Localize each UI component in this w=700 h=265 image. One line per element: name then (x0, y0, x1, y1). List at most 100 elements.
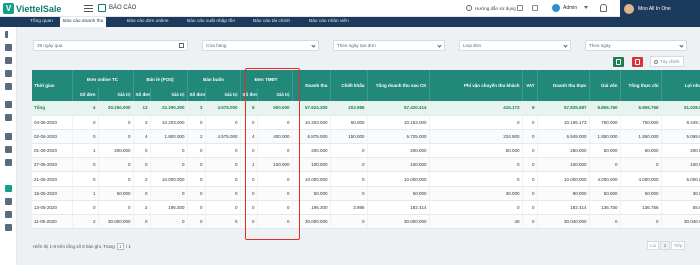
dollar-icon[interactable] (5, 198, 12, 205)
group-by-filter[interactable]: Theo ngày (585, 40, 687, 51)
truck-icon[interactable] (5, 101, 12, 108)
contacts-icon[interactable] (5, 114, 12, 121)
table-cell: 80.000 (537, 186, 590, 201)
table-cell: 136.750 (589, 200, 621, 216)
table-cell: 2 (133, 200, 151, 216)
next-page-button[interactable]: Tiếp (671, 241, 685, 250)
chart-icon[interactable] (5, 185, 12, 192)
table-cell: 6.949.000 (537, 129, 590, 145)
nav-staff-report[interactable]: Báo cáo nhân viên (306, 17, 352, 27)
revenue-table: Thời gian Đơn online TC Bán lẻ (POS) Bán… (32, 70, 700, 230)
table-cell: 30.040.000 (537, 214, 590, 230)
table-cell: 0 (187, 171, 206, 187)
table-cell: 0 (330, 143, 368, 159)
table-cell: 192.414 (537, 200, 590, 216)
nav-online-orders-report[interactable]: Báo cáo đơn online (124, 17, 172, 27)
table-cell: 0 (330, 214, 368, 230)
table-cell: 13 (133, 101, 151, 116)
table-cell: 0 (205, 200, 241, 216)
table-cell: 196.300 (150, 200, 188, 216)
customize-button[interactable]: Tùy chỉnh (650, 56, 684, 67)
team-icon[interactable] (5, 211, 12, 218)
table-cell: 0 (150, 186, 188, 201)
user-avatar[interactable] (552, 4, 560, 12)
nav-overview[interactable]: Tổng quan (27, 17, 56, 27)
table-cell: 10.000.000 (367, 171, 430, 187)
store-icon[interactable] (5, 70, 12, 77)
app-logo[interactable]: V ViettelSale (3, 2, 61, 15)
hamburger-menu-icon[interactable] (84, 4, 93, 13)
settings-icon[interactable] (532, 5, 538, 11)
table-cell: 4.000.000 (589, 171, 621, 187)
list-icon[interactable] (5, 159, 12, 166)
chevron-down-icon[interactable] (584, 6, 588, 9)
table-cell: 5.099.000 (661, 129, 700, 145)
table-cell: 40 (429, 214, 523, 230)
page-number-button[interactable]: 1 (660, 241, 670, 250)
account-label: Moo All In One (638, 5, 671, 12)
user-name[interactable]: Admin (563, 5, 577, 11)
table-cell: 4 (72, 101, 99, 116)
showing-text: Hiển thị 1-8 trên tổng số 8 bản ghi. Tra… (33, 244, 115, 249)
table-cell: 30.000 (661, 186, 700, 201)
logo-mark-icon: V (3, 3, 14, 14)
chevron-down-icon (679, 43, 684, 48)
table-cell: 200.000 (661, 143, 700, 159)
cart-icon[interactable] (5, 57, 12, 64)
nav-revenue-report[interactable]: Báo cáo doanh thu (60, 17, 107, 27)
table-cell: 50.000 (367, 186, 430, 201)
table-cell: 0 (205, 115, 241, 130)
help-label: Hướng dẫn sử dụng (475, 5, 516, 11)
users-icon[interactable] (5, 133, 12, 140)
pagination-info: Hiển thị 1-8 trên tổng số 8 bản ghi. Tra… (33, 243, 131, 250)
section-title: BÁO CÁO (98, 4, 136, 12)
table-cell: 6.000.000 (661, 171, 700, 187)
table-cell: 50.000 (589, 186, 621, 201)
table-cell: 0 (522, 157, 538, 173)
person-icon[interactable] (5, 146, 12, 153)
store-filter[interactable]: Cửa hàng (202, 40, 319, 51)
nav-inventory-report[interactable]: Báo cáo xuất nhập tồn (184, 17, 238, 27)
nav-finance-report[interactable]: Báo cáo tài chính (250, 17, 293, 27)
table-cell: 0 (205, 186, 241, 201)
logo-text: ViettelSale (16, 3, 62, 14)
bell-icon[interactable] (600, 4, 607, 12)
order-type-filter[interactable]: Loại đơn (459, 40, 571, 51)
prev-page-button[interactable]: Lùi (647, 241, 659, 250)
table-cell: 0 (620, 157, 662, 173)
col-discount: Chiết khấu (330, 70, 368, 101)
col-wholesale-group: Bán buôn (187, 70, 241, 88)
ecom-column-highlight (245, 68, 300, 240)
box-icon[interactable] (5, 83, 12, 90)
row-date-cell: 27-05-2020 (32, 157, 73, 173)
row-date-cell: 02-06-2020 (32, 129, 73, 145)
help-link[interactable]: Hướng dẫn sử dụng (466, 5, 516, 11)
export-pdf-button[interactable] (632, 57, 643, 67)
table-cell: 0 (429, 157, 523, 173)
table-cell: 0 (72, 200, 99, 216)
table-cell: 0 (589, 214, 621, 230)
row-date-cell: 01-06-2020 (32, 143, 73, 159)
gear-icon[interactable] (5, 224, 12, 231)
date-range-filter[interactable]: 28 ngày qua (33, 40, 188, 51)
section-title-text: BÁO CÁO (109, 5, 137, 11)
table-row: 27-05-2020 0 0 0 0 0 0 1 100.000 100.000 0 100.000 0… (32, 157, 700, 173)
table-cell: 0 (98, 129, 134, 145)
account-switcher[interactable]: Moo All In One (620, 0, 700, 17)
export-excel-button[interactable] (613, 57, 624, 67)
grid-icon[interactable] (517, 5, 523, 11)
created-date-filter[interactable]: Theo ngày tạo đơn (333, 40, 445, 51)
dashboard-icon[interactable] (5, 44, 12, 51)
table-cell: 750.000 (589, 115, 621, 130)
table-cell: 0 (98, 157, 134, 173)
table-cell: 51.028.831 (661, 101, 700, 116)
question-icon (466, 5, 472, 11)
report-icon (98, 4, 106, 12)
table-cell: 0 (522, 115, 538, 130)
page-input[interactable]: 1 (116, 243, 124, 250)
col-online-group: Đơn online TC (72, 70, 134, 88)
table-cell: 4.000.000 (620, 171, 662, 187)
table-cell: 50.000 (620, 143, 662, 159)
table-cell: 4 (133, 129, 151, 145)
collapse-icon[interactable] (5, 31, 12, 38)
